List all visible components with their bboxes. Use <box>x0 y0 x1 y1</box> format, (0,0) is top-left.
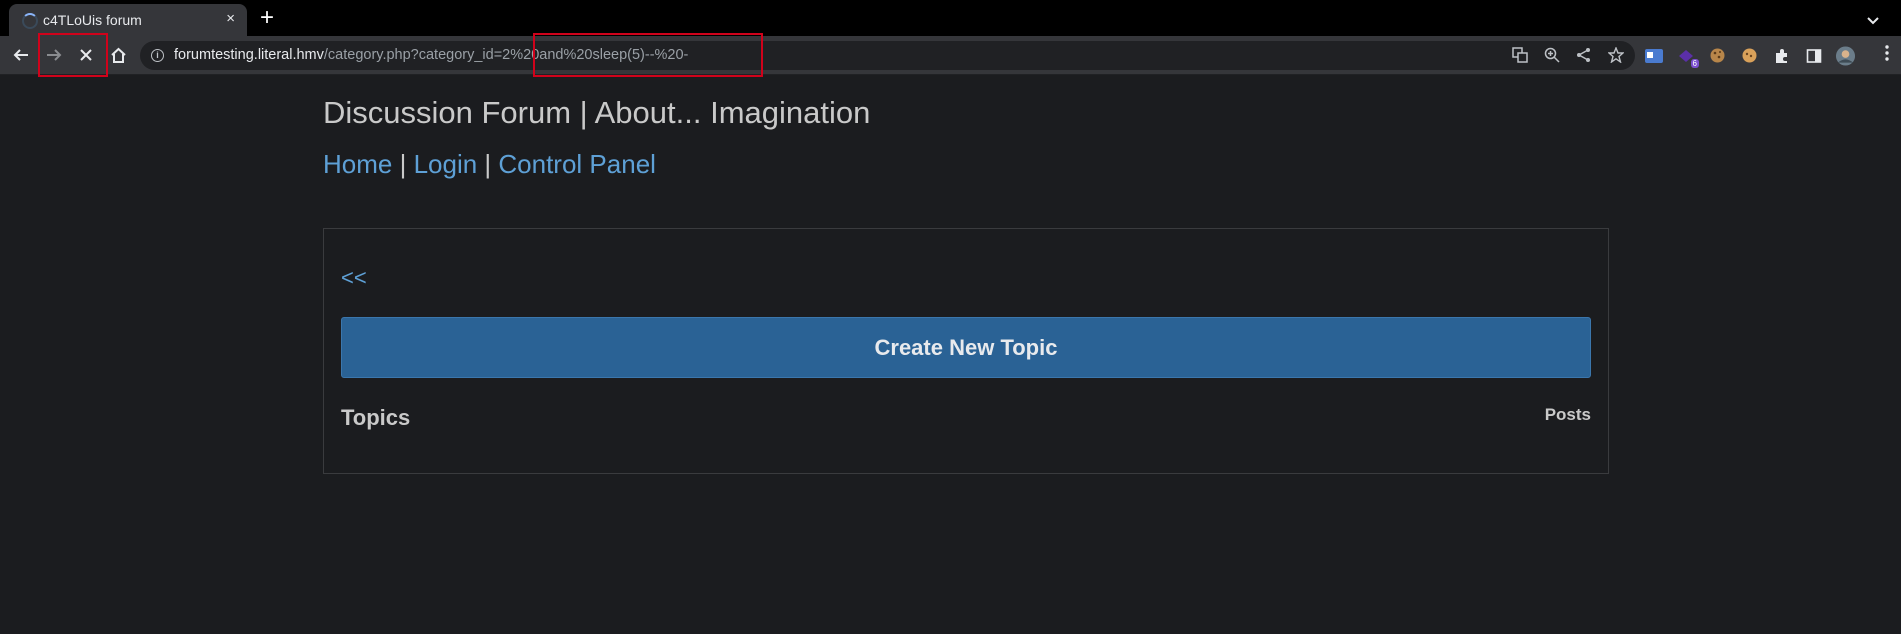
zoom-icon[interactable] <box>1543 46 1561 64</box>
create-new-topic-button[interactable]: Create New Topic <box>341 317 1591 378</box>
address-bar[interactable]: i forumtesting.literal.hmv/category.php?… <box>140 41 1635 70</box>
topics-header: Topics <box>341 405 411 430</box>
extension-badge-icon[interactable]: 6 <box>1675 45 1699 68</box>
nav-separator: | <box>477 149 499 179</box>
back-icon[interactable] <box>6 36 36 74</box>
posts-header: Posts <box>1544 405 1591 424</box>
profile-avatar[interactable] <box>1835 45 1856 66</box>
share-icon[interactable] <box>1575 46 1593 64</box>
sidebar-icon[interactable] <box>1803 45 1824 66</box>
cookie-editor-icon[interactable] <box>1739 45 1760 66</box>
translate-icon[interactable] <box>1511 46 1529 64</box>
nav-separator: | <box>392 149 414 179</box>
nav-login-link[interactable]: Login <box>414 149 478 179</box>
category-card: << Create New Topic Topics Posts <box>323 228 1609 474</box>
browser-toolbar: i forumtesting.literal.hmv/category.php?… <box>0 36 1901 75</box>
site-nav: Home | Login | Control Panel <box>323 149 1609 180</box>
menu-icon[interactable] <box>1885 45 1889 66</box>
cookie-icon[interactable] <box>1707 45 1728 66</box>
star-icon[interactable] <box>1607 46 1625 64</box>
extensions-icon[interactable] <box>1771 45 1792 66</box>
back-link[interactable]: << <box>341 265 367 291</box>
tab-search-icon[interactable] <box>1867 12 1879 30</box>
nav-home-link[interactable]: Home <box>323 149 392 179</box>
extension-badge-count: 6 <box>1690 59 1699 68</box>
new-tab-button[interactable]: + <box>260 4 274 32</box>
tab-strip: c4TLoUis forum × + <box>0 0 1901 36</box>
site-info-icon[interactable]: i <box>151 49 164 62</box>
nav-control-panel-link[interactable]: Control Panel <box>498 149 656 179</box>
url-host: forumtesting.literal.hmv <box>174 47 324 63</box>
browser-tab[interactable]: c4TLoUis forum × <box>9 4 247 36</box>
annotation-box-nav <box>38 33 108 77</box>
annotation-box-url <box>533 33 763 77</box>
tab-title: c4TLoUis forum <box>43 12 142 28</box>
site-title: Discussion Forum | About... Imagination <box>323 95 871 130</box>
loading-spinner-icon <box>22 13 38 29</box>
page-content: Discussion Forum | About... Imagination … <box>323 74 1609 474</box>
translate-extension-icon[interactable] <box>1643 45 1664 66</box>
close-tab-icon[interactable]: × <box>226 10 235 27</box>
